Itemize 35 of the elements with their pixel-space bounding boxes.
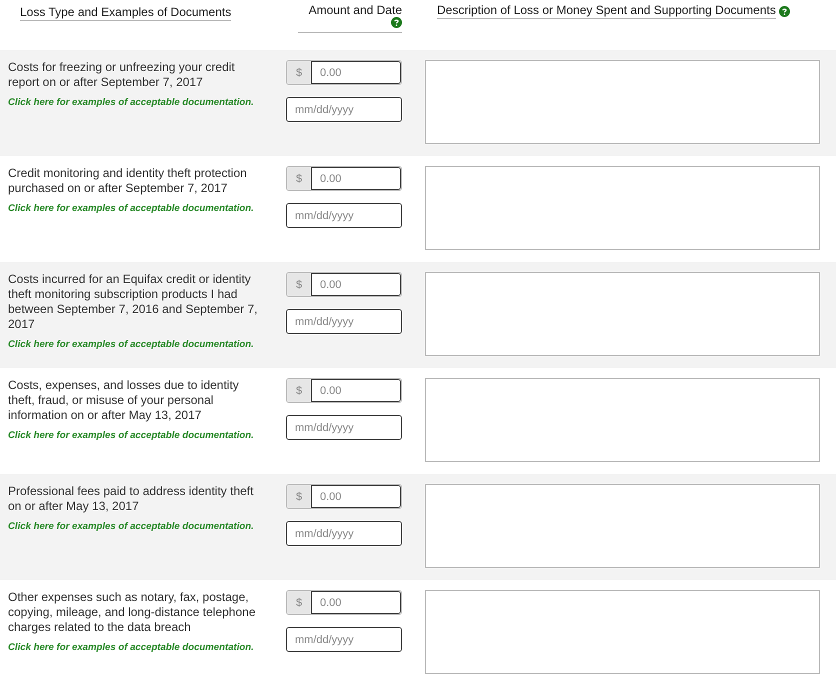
documentation-link[interactable]: Click here for examples of acceptable documentation. (8, 203, 254, 215)
loss-type-text: Costs incurred for an Equifax credit or identity theft monitoring subscription products I had between September 7, 2016 and September 7, 2017 (8, 272, 259, 332)
loss-type-text: Costs, expenses, and losses due to identity theft, fraud, or misuse of your personal information on or after May 13, 2017 (8, 378, 240, 423)
date-field[interactable]: mm/dd/yyyy (286, 415, 402, 440)
description-field[interactable] (425, 272, 820, 356)
amount-field[interactable]: $ 0.00 (286, 166, 402, 191)
loss-type-text: Costs for freezing or unfreezing your credit report on or after September 7, 2017 (8, 60, 236, 90)
amount-field[interactable]: $ 0.00 (286, 590, 402, 615)
column-header: Amount and Date (308, 3, 402, 17)
help-icon[interactable] (778, 6, 790, 16)
amount-field[interactable]: $ 0.00 (286, 378, 402, 403)
description-field[interactable] (425, 590, 820, 674)
documentation-link[interactable]: Click here for examples of acceptable documentation. (8, 430, 254, 442)
description-field[interactable] (425, 484, 820, 568)
column-header: Loss Type and Examples of Documents (20, 5, 232, 21)
column-header: Description of Loss or Money Spent and Supporting Documents (437, 3, 776, 19)
loss-type-text: Credit monitoring and identity theft protection purchased on or after September 7, 2017 (8, 166, 248, 196)
date-field[interactable]: mm/dd/yyyy (286, 97, 402, 122)
date-field[interactable]: mm/dd/yyyy (286, 309, 402, 334)
description-field[interactable] (425, 60, 820, 144)
amount-field[interactable]: $ 0.00 (286, 60, 402, 85)
loss-type-text: Professional fees paid to address identity theft on or after May 13, 2017 (8, 484, 254, 514)
date-field[interactable]: mm/dd/yyyy (286, 203, 402, 228)
help-icon[interactable] (391, 17, 402, 28)
documentation-link[interactable]: Click here for examples of acceptable documentation. (8, 339, 254, 351)
documentation-link[interactable]: Click here for examples of acceptable documentation. (8, 642, 254, 654)
amount-field[interactable]: $ 0.00 (286, 272, 402, 297)
documentation-link[interactable]: Click here for examples of acceptable documentation. (8, 521, 254, 533)
loss-type-text: Other expenses such as notary, fax, postage, copying, mileage, and long-distance telephone charges related to the data breach (8, 590, 257, 635)
description-field[interactable] (425, 166, 820, 250)
amount-field[interactable]: $ 0.00 (286, 484, 402, 509)
date-field[interactable]: mm/dd/yyyy (286, 627, 402, 652)
description-field[interactable] (425, 378, 820, 462)
documentation-link[interactable]: Click here for examples of acceptable documentation. (8, 97, 254, 109)
date-field[interactable]: mm/dd/yyyy (286, 521, 402, 546)
